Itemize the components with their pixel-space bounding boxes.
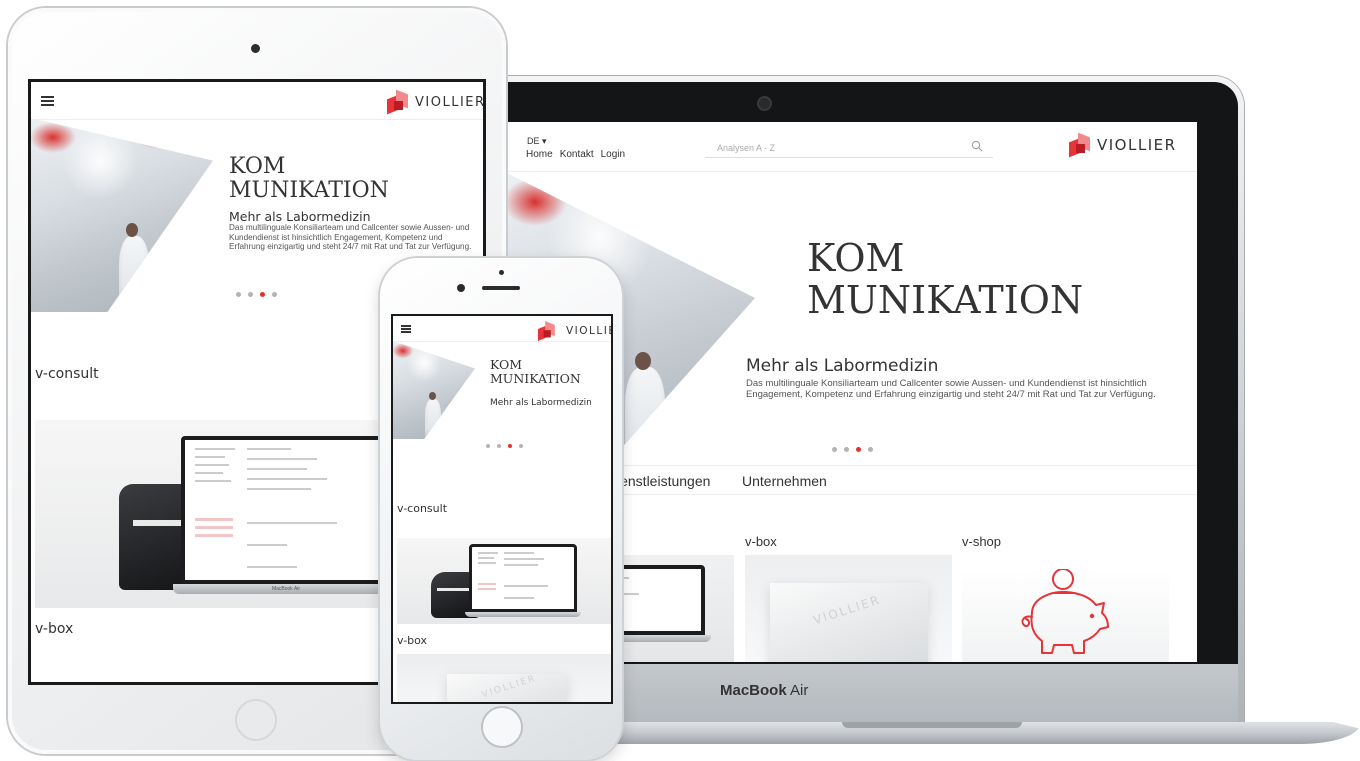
carousel-dot[interactable] [497,444,501,448]
viollier-logo-text: VIOLLIER [415,94,483,110]
iphone-speaker [482,286,520,290]
hero-subtitle: Mehr als Labormedizin [229,209,371,224]
carousel-dot[interactable] [236,292,241,297]
nav-home[interactable]: Home [526,149,553,160]
piggy-bank-icon [1021,569,1109,654]
hero-image [393,341,475,439]
v-box-cube: VIOLLIER [447,674,567,702]
macbook-notch [842,722,1022,728]
carousel-dot[interactable] [832,447,837,452]
macbook-camera [759,98,770,109]
hero-title-line1: KOM [490,357,523,372]
carousel-dot[interactable] [486,444,490,448]
iphone-camera [457,284,465,292]
hero-title-line2: MUNIKATION [807,277,1084,322]
card-image-v-shop[interactable] [962,569,1169,662]
macbook-label: MacBook Air [720,682,808,699]
hamburger-menu-icon[interactable] [41,96,54,106]
v-consult-image[interactable] [397,538,611,624]
viollier-logo[interactable]: VIOLLIER [387,89,483,115]
hero-subtitle: Mehr als Labormedizin [490,398,592,408]
section-title-v-consult[interactable]: v-consult [35,366,99,382]
cube-brand-text: VIOLLIER [480,673,538,701]
nav-login[interactable]: Login [601,149,625,160]
viollier-logo-mark [538,321,556,341]
macbook-label-model: Air [786,682,809,699]
ipad-header: VIOLLIER [31,82,483,120]
viollier-logo-text: VIOLLIER [566,325,611,337]
hamburger-menu-icon[interactable] [401,325,411,333]
hero-title-line2: MUNIKATION [229,178,389,204]
ipad-home-button[interactable] [235,699,277,741]
v-box-image[interactable]: VIOLLIER [397,654,611,702]
carousel-dot-active[interactable] [260,292,265,297]
hero-title-line1: KOM [229,154,286,179]
card-title-v-shop[interactable]: v-shop [962,534,1001,549]
carousel-dot[interactable] [868,447,873,452]
section-title-v-box[interactable]: v-box [35,621,73,637]
macbook-label-bold: MacBook [720,682,787,699]
carousel-dot-active[interactable] [508,444,512,448]
search-placeholder: Analysen A - Z [717,143,776,153]
iphone-home-button[interactable] [481,706,523,748]
card-title-v-box[interactable]: v-box [745,534,777,549]
viollier-logo[interactable]: VIOLLIER [1069,132,1177,158]
mini-laptop-label: MacBook Air [271,586,301,592]
hero-image [31,118,213,312]
site-header: DE ▾ Home Kontakt Login Analysen A - Z V… [505,122,1197,172]
carousel-dots [486,444,523,448]
viollier-logo[interactable]: VIOLLIER [538,321,611,341]
tab-dienstleistungen[interactable]: ienstleistungen [617,473,710,489]
hero-title: KOM MUNIKATION [807,236,1084,322]
nav-kontakt[interactable]: Kontakt [560,149,594,160]
top-nav: Home Kontakt Login [526,149,625,160]
cube-brand-text: VIOLLIER [811,592,883,628]
language-selector[interactable]: DE ▾ [527,136,547,147]
carousel-dot[interactable] [844,447,849,452]
mini-laptop-base: MacBook Air [173,584,399,594]
hero-title: KOM MUNIKATION [229,154,389,204]
section-title-v-consult[interactable]: v-consult [397,502,447,515]
hero-subtitle: Mehr als Labormedizin [746,356,939,376]
viollier-logo-mark [1069,132,1091,158]
hero-text: Das multilinguale Konsiliarteam und Call… [229,223,472,252]
card-image-v-box[interactable]: VIOLLIER [745,555,952,662]
viollier-logo-text: VIOLLIER [1097,136,1177,154]
hero-title: KOM MUNIKATION [490,358,581,386]
hero-title-line2: MUNIKATION [490,370,581,386]
hero-text: Das multilinguale Konsiliarteam und Call… [746,378,1156,400]
section-title-v-box[interactable]: v-box [397,634,427,647]
carousel-dot-active[interactable] [856,447,861,452]
viollier-logo-mark [387,89,409,115]
carousel-dot[interactable] [248,292,253,297]
ipad-camera [251,44,260,53]
carousel-dot[interactable] [519,444,523,448]
search-input[interactable]: Analysen A - Z [705,138,993,158]
iphone-header: VIOLLIER [393,316,611,342]
carousel-dots [832,447,873,452]
v-box-cube: VIOLLIER [770,583,928,662]
carousel-dot[interactable] [272,292,277,297]
iphone-sensor [499,270,504,275]
search-icon[interactable] [971,140,983,152]
iphone-screen: VIOLLIER KOM MUNIKATION Mehr als Laborme… [393,316,611,702]
tab-unternehmen[interactable]: Unternehmen [742,473,827,489]
carousel-dots [236,292,277,297]
hero-title-line1: KOM [807,236,905,280]
